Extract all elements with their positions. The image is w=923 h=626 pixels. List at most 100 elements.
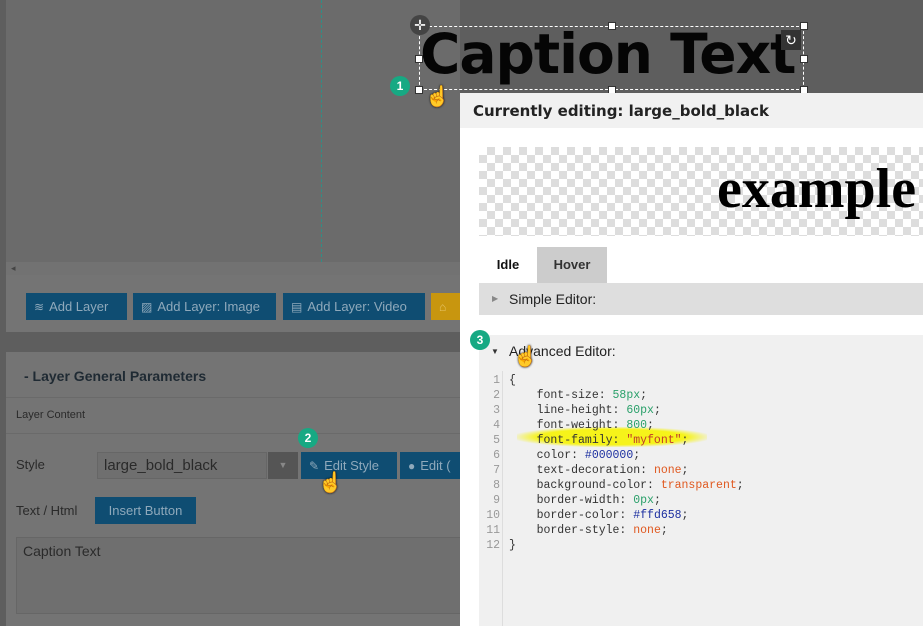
code-line[interactable]: 4 font-weight: 800; [479, 418, 744, 433]
code-token: transparent [660, 479, 737, 492]
style-label: Style [16, 457, 45, 472]
simple-editor-toggle[interactable]: ▶ Simple Editor: [479, 283, 923, 315]
dialog-title: Currently editing: large_bold_black [460, 93, 923, 128]
code-token: font-weight: [509, 419, 627, 432]
code-line[interactable]: 5 font-family: "myfont"; [479, 433, 744, 448]
code-token: font-size: [509, 389, 613, 402]
code-line[interactable]: 2 font-size: 58px; [479, 388, 744, 403]
rotate-icon[interactable]: ↻ [781, 30, 801, 50]
guide-line [321, 0, 322, 262]
code-line[interactable]: 9 border-width: 0px; [479, 493, 744, 508]
line-number: 5 [493, 434, 500, 447]
line-number: 7 [493, 464, 500, 477]
resize-handle[interactable] [800, 55, 808, 63]
code-line[interactable]: 7 text-decoration: none; [479, 463, 744, 478]
section-label: Layer Content [16, 409, 86, 421]
code-token: ; [640, 389, 648, 402]
line-number: 1 [493, 374, 500, 387]
line-number: 10 [486, 509, 500, 522]
hand-cursor-icon: ☝ [425, 86, 450, 108]
layers-icon: ≋ [34, 300, 45, 314]
style-preview: example [479, 147, 923, 236]
code-line[interactable]: 6 color: #000000; [479, 448, 744, 463]
code-line[interactable]: 1{ [479, 373, 744, 388]
resize-handle[interactable] [608, 22, 616, 30]
hand-cursor-icon: ☝ [318, 472, 343, 494]
resize-handle[interactable] [800, 22, 808, 30]
code-token: #000000 [584, 449, 634, 462]
code-token: ; [653, 404, 661, 417]
code-line[interactable]: 11 border-style: none; [479, 523, 744, 538]
line-number: 6 [493, 449, 500, 462]
code-token: none [633, 524, 661, 537]
code-token: border-style: [509, 524, 634, 537]
hand-cursor-icon: ☝ [513, 346, 538, 368]
code-line[interactable]: 10 border-color: #ffd658; [479, 508, 744, 523]
scroll-left-icon[interactable]: ◂ [11, 263, 16, 273]
code-token: ; [653, 494, 661, 507]
text-html-label: Text / Html [16, 503, 78, 518]
horizontal-scrollbar[interactable]: ◂ [6, 262, 460, 275]
layer-general-parameters-panel: - Layer General Parameters Layer Content… [6, 352, 466, 626]
palette-icon: ● [408, 459, 416, 473]
line-number: 8 [493, 479, 500, 492]
code-token: "myfont" [626, 434, 682, 447]
step-badge-1: 1 [390, 76, 410, 96]
move-crosshair-icon[interactable]: ✛ [410, 15, 430, 35]
code-token: { [509, 374, 516, 387]
chevron-down-icon[interactable]: ▼ [268, 452, 298, 479]
panel-title[interactable]: - Layer General Parameters [24, 368, 206, 384]
code-token: background-color: [509, 479, 661, 492]
selection-box[interactable]: ✛ ↻ [410, 15, 808, 94]
css-code-editor[interactable]: 1{2 font-size: 58px; 3 line-height: 60px;… [479, 373, 744, 553]
code-token: 0px [633, 494, 654, 507]
tab-idle[interactable]: Idle [479, 247, 537, 283]
edit-style-button[interactable]: ✎ Edit Style [301, 452, 397, 479]
line-number: 2 [493, 389, 500, 402]
preview-text: example [717, 158, 917, 220]
layer-toolbar: ≋ Add Layer ▨ Add Layer: Image ▤ Add Layer:… [6, 275, 471, 332]
line-number: 12 [486, 539, 500, 552]
layer-text-input[interactable]: Caption Text [16, 537, 466, 614]
code-token: ; [647, 419, 654, 432]
line-number: 11 [486, 524, 500, 537]
code-token: ; [736, 479, 744, 492]
resize-handle[interactable] [415, 86, 423, 94]
code-token: ; [681, 434, 689, 447]
video-icon: ▤ [291, 300, 303, 314]
resize-handle[interactable] [415, 55, 423, 63]
code-line[interactable]: 12} [479, 538, 744, 553]
slide-canvas [6, 0, 460, 262]
code-token: 800 [626, 419, 648, 432]
code-token: } [509, 539, 516, 552]
code-token: 60px [626, 404, 654, 417]
step-badge-3: 3 [470, 330, 490, 350]
code-line[interactable]: 3 line-height: 60px; [479, 403, 744, 418]
code-token: ; [660, 524, 668, 537]
code-token: #ffd658 [633, 509, 682, 522]
code-token: font-family: [509, 434, 627, 447]
image-icon: ▨ [141, 300, 153, 314]
code-token: ; [633, 449, 641, 462]
line-number: 9 [493, 494, 500, 507]
code-token: none [653, 464, 682, 477]
code-token: text-decoration: [509, 464, 654, 477]
code-line[interactable]: 8 background-color: transparent; [479, 478, 744, 493]
code-token: border-width: [509, 494, 634, 507]
caret-right-icon: ▶ [492, 294, 499, 303]
add-image-layer-button[interactable]: ▨ Add Layer: Image [133, 293, 276, 320]
code-token: ; [681, 464, 689, 477]
edit-global-button[interactable]: ● Edit ( [400, 452, 460, 479]
caret-down-icon[interactable]: ▼ [491, 347, 499, 356]
add-layer-button[interactable]: ≋ Add Layer [26, 293, 127, 320]
advanced-editor: ▼ Advanced Editor: 1{2 font-size: 58px; 3… [479, 335, 923, 626]
line-number: 4 [493, 419, 500, 432]
step-badge-2: 2 [298, 428, 318, 448]
code-token: line-height: [509, 404, 627, 417]
insert-button[interactable]: Insert Button [95, 497, 196, 524]
button-icon: ⌂ [439, 300, 447, 314]
tab-hover[interactable]: Hover [537, 247, 607, 283]
add-video-layer-button[interactable]: ▤ Add Layer: Video [283, 293, 425, 320]
style-select[interactable]: large_bold_black [97, 452, 267, 479]
code-token: border-color: [509, 509, 634, 522]
